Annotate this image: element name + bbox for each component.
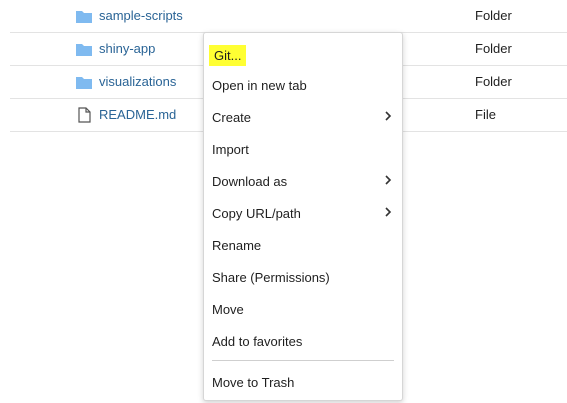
file-type: File — [475, 107, 496, 122]
menu-label: Move — [212, 302, 244, 317]
file-name[interactable]: visualizations — [99, 74, 176, 89]
menu-label: Create — [212, 110, 252, 125]
menu-label: Import — [212, 142, 249, 157]
menu-item-add-favorites[interactable]: Add to favorites — [204, 325, 402, 357]
menu-label: Rename — [212, 238, 262, 253]
menu-item-share[interactable]: Share (Permissions) — [204, 261, 402, 293]
file-name[interactable]: sample-scripts — [99, 8, 183, 23]
menu-item-git[interactable]: Git... — [204, 36, 402, 68]
folder-icon — [76, 11, 92, 23]
file-type: Folder — [475, 74, 512, 89]
chevron-right-icon — [385, 111, 392, 121]
file-row-sample-scripts[interactable]: sample-scripts Folder — [10, 0, 567, 33]
menu-divider — [212, 360, 394, 361]
folder-icon — [76, 77, 92, 89]
file-name[interactable]: shiny-app — [99, 41, 155, 56]
menu-item-copy-url[interactable]: Copy URL/path — [204, 197, 402, 229]
chevron-right-icon — [385, 207, 392, 217]
menu-item-open-new-tab[interactable]: Open in new tab — [204, 69, 402, 101]
menu-label: Open in new tab — [212, 78, 307, 93]
chevron-right-icon — [385, 175, 392, 185]
file-icon — [78, 107, 91, 123]
menu-item-import[interactable]: Import — [204, 133, 402, 165]
menu-item-move-to-trash[interactable]: Move to Trash — [204, 366, 402, 398]
menu-label: Copy URL/path — [212, 206, 301, 221]
file-type: Folder — [475, 41, 512, 56]
menu-item-download-as[interactable]: Download as — [204, 165, 402, 197]
menu-label: Add to favorites — [212, 334, 303, 349]
menu-item-rename[interactable]: Rename — [204, 229, 402, 261]
file-type: Folder — [475, 8, 512, 23]
menu-item-create[interactable]: Create — [204, 101, 402, 133]
menu-item-move[interactable]: Move — [204, 293, 402, 325]
menu-label: Move to Trash — [212, 375, 295, 390]
context-menu: Git... Open in new tab Create Import Dow… — [203, 32, 403, 401]
menu-label: Share (Permissions) — [212, 270, 330, 285]
menu-label: Download as — [212, 174, 288, 189]
file-name[interactable]: README.md — [99, 107, 176, 122]
menu-label: Git... — [209, 45, 247, 66]
folder-icon — [76, 44, 92, 56]
